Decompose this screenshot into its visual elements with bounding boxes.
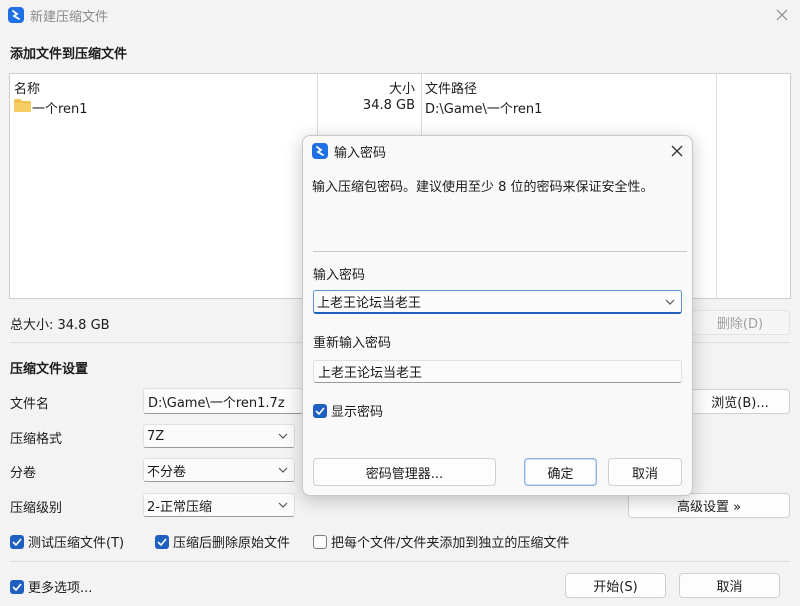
chevron-down-icon — [278, 467, 288, 473]
format-value: 7Z — [147, 428, 165, 444]
chevron-down-icon — [278, 433, 288, 439]
test-archive-checkbox[interactable]: 测试压缩文件(T) — [10, 532, 124, 551]
chevron-down-icon — [278, 502, 288, 508]
column-header-size[interactable]: 大小 — [322, 78, 415, 97]
advanced-settings-button[interactable]: 高级设置 » — [628, 493, 790, 518]
more-options-checkbox[interactable]: 更多选项... — [10, 577, 92, 596]
format-select[interactable]: 7Z — [143, 424, 295, 448]
password-label: 输入密码 — [313, 268, 366, 283]
divider — [313, 251, 687, 252]
folder-icon — [14, 99, 31, 116]
delete-button[interactable]: 删除(D) — [690, 310, 790, 335]
window-close-icon[interactable] — [770, 4, 794, 26]
level-label: 压缩级别 — [10, 501, 63, 516]
divider — [10, 561, 790, 562]
level-value: 2-正常压缩 — [147, 499, 212, 515]
table-row[interactable]: 一个ren1 34.8 GB D:\Game\一个ren1 — [12, 96, 712, 117]
separate-archives-checkbox[interactable]: 把每个文件/文件夹添加到独立的压缩文件 — [313, 532, 569, 551]
delete-after-checkbox[interactable]: 压缩后删除原始文件 — [155, 532, 290, 551]
password-input[interactable]: 上老王论坛当老王 — [313, 290, 682, 314]
browse-button[interactable]: 浏览(B)... — [690, 389, 790, 414]
split-label: 分卷 — [10, 466, 37, 481]
dialog-description: 输入压缩包密码。建议使用至少 8 位的密码来保证安全性。 — [312, 180, 654, 195]
cancel-button[interactable]: 取消 — [679, 573, 780, 598]
show-password-label: 显示密码 — [331, 405, 384, 420]
column-header-name[interactable]: 名称 — [14, 78, 40, 97]
window-title: 新建压缩文件 — [30, 10, 109, 25]
dialog-close-icon[interactable] — [665, 140, 689, 162]
total-size: 总大小: 34.8 GB — [10, 318, 110, 333]
checkbox-checked-icon — [313, 403, 327, 418]
title-bar: 新建压缩文件 — [0, 0, 800, 30]
show-password-checkbox[interactable]: 显示密码 — [313, 401, 383, 420]
checkbox-checked-icon — [10, 534, 24, 549]
password-manager-button[interactable]: 密码管理器... — [313, 458, 496, 486]
filename-value: D:\Game\一个ren1.7z — [148, 395, 285, 411]
split-value: 不分卷 — [147, 464, 187, 480]
row-path: D:\Game\一个ren1 — [425, 102, 543, 117]
filename-input[interactable]: D:\Game\一个ren1.7z — [143, 388, 303, 414]
chevron-down-icon[interactable] — [665, 298, 675, 306]
settings-title: 压缩文件设置 — [10, 362, 89, 377]
ok-button[interactable]: 确定 — [524, 458, 597, 486]
split-select[interactable]: 不分卷 — [143, 458, 295, 482]
separate-archives-label: 把每个文件/文件夹添加到独立的压缩文件 — [331, 536, 570, 551]
reenter-password-value: 上老王论坛当老王 — [318, 366, 423, 381]
password-dialog: 输入密码 输入压缩包密码。建议使用至少 8 位的密码来保证安全性。 输入密码 上… — [302, 135, 693, 496]
row-size: 34.8 GB — [362, 98, 415, 113]
format-label: 压缩格式 — [10, 432, 63, 447]
password-value: 上老王论坛当老王 — [317, 296, 422, 311]
start-button[interactable]: 开始(S) — [565, 573, 666, 598]
checkbox-checked-icon — [155, 534, 169, 549]
delete-after-label: 压缩后删除原始文件 — [173, 536, 291, 551]
more-options-label: 更多选项... — [28, 581, 93, 596]
checkbox-unchecked-icon — [313, 534, 327, 549]
reenter-password-input[interactable]: 上老王论坛当老王 — [313, 360, 682, 383]
row-name: 一个ren1 — [32, 102, 88, 117]
dialog-cancel-button[interactable]: 取消 — [608, 458, 682, 486]
section-title: 添加文件到压缩文件 — [10, 47, 128, 62]
checkbox-checked-icon — [10, 579, 24, 594]
filename-label: 文件名 — [10, 397, 50, 412]
app-logo-icon — [8, 7, 24, 23]
column-divider — [716, 74, 717, 298]
reenter-password-label: 重新输入密码 — [313, 336, 392, 351]
level-select[interactable]: 2-正常压缩 — [143, 493, 295, 517]
dialog-title: 输入密码 — [334, 146, 387, 161]
column-header-path[interactable]: 文件路径 — [425, 78, 477, 97]
test-archive-label: 测试压缩文件(T) — [28, 536, 125, 551]
app-logo-icon — [312, 143, 328, 159]
